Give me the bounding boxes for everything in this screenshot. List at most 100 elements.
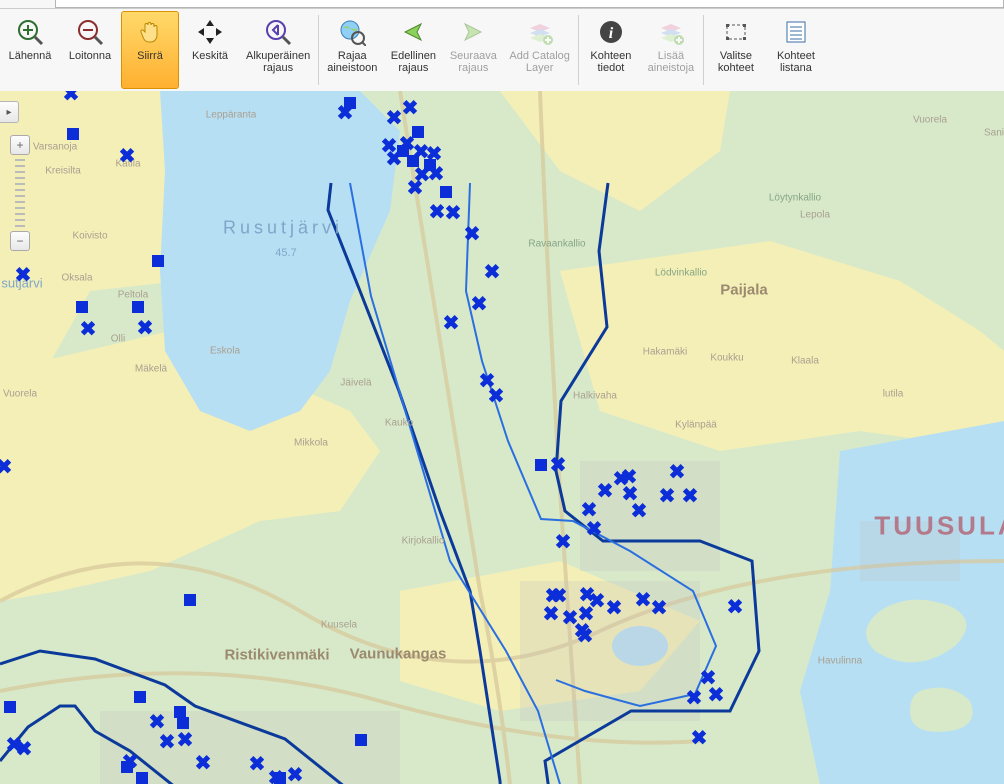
marker-x[interactable]: ✖ (386, 147, 403, 172)
marker-square[interactable] (67, 128, 79, 140)
tool-label: Rajaa aineistoon (327, 50, 377, 74)
chevron-right-icon: ▸ (6, 107, 11, 118)
tool-label: Kohteen tiedot (590, 50, 631, 74)
marker-x[interactable]: ✖ (429, 200, 446, 225)
arrow-left-icon (397, 16, 429, 48)
center-icon (194, 16, 226, 48)
marker-x[interactable]: ✖ (550, 453, 567, 478)
marker-square[interactable] (440, 186, 452, 198)
marker-x[interactable]: ✖ (337, 101, 354, 126)
marker-square[interactable] (132, 301, 144, 313)
marker-square[interactable] (355, 734, 367, 746)
marker-x[interactable]: ✖ (287, 763, 304, 784)
marker-x[interactable]: ✖ (443, 311, 460, 336)
marker-x[interactable]: ✖ (631, 499, 648, 524)
marker-x[interactable]: ✖ (0, 455, 12, 480)
marker-x[interactable]: ✖ (15, 263, 32, 288)
marker-x[interactable]: ✖ (597, 479, 614, 504)
toolbar: Lähennä Loitonna Siirrä Keskitä Alkuperä… (0, 9, 1004, 92)
arrow-right-icon (457, 16, 489, 48)
initial-extent-button[interactable]: Alkuperäinen rajaus (241, 11, 315, 89)
marker-x[interactable]: ✖ (16, 737, 33, 762)
window-search-bar (0, 0, 1004, 9)
select-features-button[interactable]: Valitse kohteet (707, 11, 765, 89)
marker-x[interactable]: ✖ (407, 176, 424, 201)
zoom-minus-button[interactable]: − (10, 231, 30, 251)
marker-x[interactable]: ✖ (464, 222, 481, 247)
marker-x[interactable]: ✖ (586, 517, 603, 542)
pan-button[interactable]: Siirrä (121, 11, 179, 89)
marker-x[interactable]: ✖ (119, 144, 136, 169)
marker-x[interactable]: ✖ (159, 730, 176, 755)
marker-x[interactable]: ✖ (727, 595, 744, 620)
marker-x[interactable]: ✖ (195, 751, 212, 776)
list-features-button[interactable]: Kohteet listana (767, 11, 825, 89)
zoom-plus-button[interactable]: + (10, 135, 30, 155)
add-catalog-layer-button: Add Catalog Layer (504, 11, 575, 89)
zoom-slider[interactable]: + − (10, 135, 30, 251)
marker-square[interactable] (76, 301, 88, 313)
marker-square[interactable] (535, 459, 547, 471)
marker-x[interactable]: ✖ (651, 596, 668, 621)
tool-label: Seuraava rajaus (450, 50, 497, 74)
hand-icon (134, 16, 166, 48)
layers-add-icon (524, 16, 556, 48)
toolbar-separator (578, 15, 579, 85)
marker-x[interactable]: ✖ (555, 530, 572, 555)
marker-x[interactable]: ✖ (669, 460, 686, 485)
marker-x[interactable]: ✖ (682, 484, 699, 509)
marker-x[interactable]: ✖ (80, 317, 97, 342)
layers-add-icon (655, 16, 687, 48)
tool-label: Valitse kohteet (718, 50, 754, 74)
marker-x[interactable]: ✖ (606, 596, 623, 621)
marker-x[interactable]: ✖ (659, 484, 676, 509)
marker-square[interactable] (184, 594, 196, 606)
marker-x[interactable]: ✖ (428, 162, 445, 187)
list-icon (780, 16, 812, 48)
tool-label: Add Catalog Layer (509, 50, 570, 74)
toolbar-separator (703, 15, 704, 85)
marker-x[interactable]: ✖ (484, 260, 501, 285)
marker-x[interactable]: ✖ (488, 384, 505, 409)
marker-x[interactable]: ✖ (471, 292, 488, 317)
globe-zoom-icon (336, 16, 368, 48)
tool-label: Lähennä (9, 50, 52, 62)
prev-extent-button[interactable]: Edellinen rajaus (384, 11, 442, 89)
marker-square[interactable] (134, 691, 146, 703)
marker-x[interactable]: ✖ (543, 602, 560, 627)
toolbar-separator (318, 15, 319, 85)
marker-x[interactable]: ✖ (268, 766, 285, 784)
marker-x[interactable]: ✖ (122, 750, 139, 775)
map-canvas[interactable]: TUUSULA Rusutjärvi 45.7 Paijala Ristikiv… (0, 91, 1004, 784)
sidebar-expand-tab[interactable]: ▸ (0, 101, 19, 123)
marker-x[interactable]: ✖ (63, 91, 80, 107)
extract-extent-button[interactable]: Rajaa aineistoon (322, 11, 382, 89)
marker-x[interactable]: ✖ (686, 686, 703, 711)
tool-label: Loitonna (69, 50, 111, 62)
tool-label: Siirrä (137, 50, 163, 62)
identify-button[interactable]: i Kohteen tiedot (582, 11, 640, 89)
marker-x[interactable]: ✖ (249, 752, 266, 777)
marker-square[interactable] (152, 255, 164, 267)
center-button[interactable]: Keskitä (181, 11, 239, 89)
marker-x[interactable]: ✖ (691, 726, 708, 751)
marker-x[interactable]: ✖ (577, 624, 594, 649)
svg-text:i: i (609, 25, 614, 42)
zoom-ticks[interactable] (10, 159, 30, 227)
marker-x[interactable]: ✖ (137, 316, 154, 341)
marker-square[interactable] (4, 701, 16, 713)
info-icon: i (595, 16, 627, 48)
marker-x[interactable]: ✖ (177, 728, 194, 753)
zoom-out-button[interactable]: Loitonna (61, 11, 119, 89)
marker-x[interactable]: ✖ (445, 201, 462, 226)
marker-x[interactable]: ✖ (402, 96, 419, 121)
tool-label: Alkuperäinen rajaus (246, 50, 310, 74)
initial-extent-icon (262, 16, 294, 48)
tool-label: Lisää aineistoja (648, 50, 694, 74)
marker-x[interactable]: ✖ (386, 106, 403, 131)
zoom-in-icon (14, 16, 46, 48)
tool-label: Keskitä (192, 50, 228, 62)
marker-x[interactable]: ✖ (708, 683, 725, 708)
marker-x[interactable]: ✖ (635, 588, 652, 613)
zoom-in-button[interactable]: Lähennä (1, 11, 59, 89)
